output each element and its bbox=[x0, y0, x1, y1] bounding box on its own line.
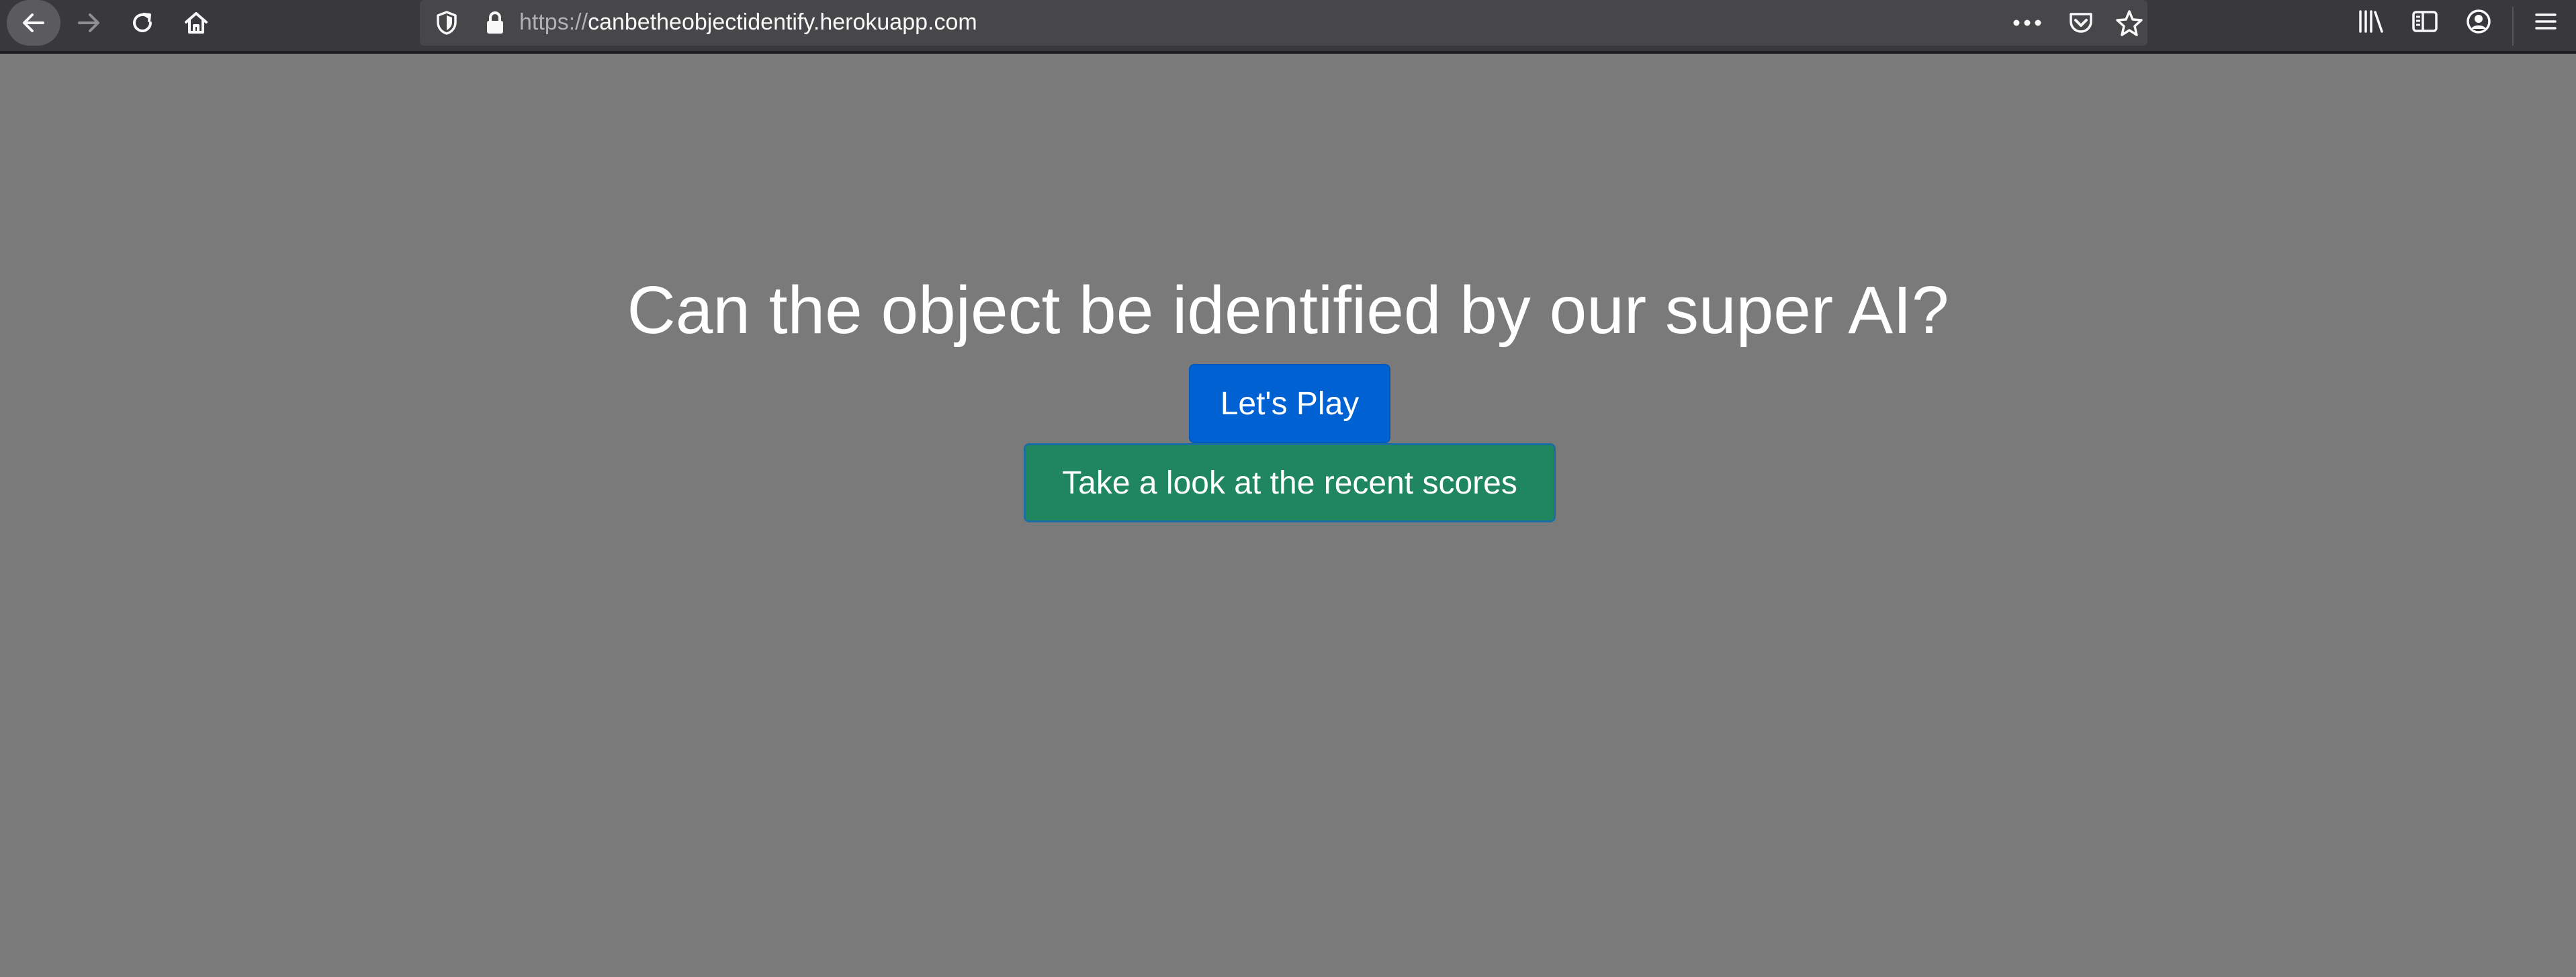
back-arrow-icon bbox=[19, 8, 48, 38]
sidebar-icon bbox=[2411, 9, 2439, 38]
menu-button[interactable] bbox=[2522, 0, 2569, 46]
library-icon bbox=[2357, 8, 2385, 38]
url-host: canbetheobjectidentify.herokuapp.com bbox=[588, 9, 977, 35]
reload-button[interactable] bbox=[116, 0, 169, 46]
page-content: Can the object be identified by our supe… bbox=[0, 54, 2576, 977]
toolbar-separator bbox=[2512, 7, 2514, 46]
library-button[interactable] bbox=[2348, 0, 2395, 46]
account-button[interactable] bbox=[2455, 0, 2502, 46]
more-dots-icon[interactable] bbox=[2004, 0, 2051, 46]
lock-icon[interactable] bbox=[475, 0, 515, 46]
sidebar-button[interactable] bbox=[2401, 0, 2448, 46]
browser-toolbar: https://canbetheobjectidentify.herokuapp… bbox=[0, 0, 2576, 54]
shield-icon[interactable] bbox=[427, 0, 467, 46]
back-button[interactable] bbox=[7, 0, 60, 46]
pocket-icon[interactable] bbox=[2057, 0, 2104, 46]
home-icon bbox=[181, 8, 211, 38]
home-button[interactable] bbox=[169, 0, 223, 46]
address-bar[interactable]: https://canbetheobjectidentify.herokuapp… bbox=[420, 0, 2147, 46]
url-scheme: https:// bbox=[519, 9, 588, 35]
account-icon bbox=[2465, 8, 2492, 38]
forward-button[interactable] bbox=[62, 0, 116, 46]
page-title: Can the object be identified by our supe… bbox=[627, 273, 1949, 348]
hamburger-menu-icon bbox=[2534, 11, 2558, 36]
reload-icon bbox=[128, 8, 157, 38]
lets-play-button[interactable]: Let's Play bbox=[1189, 364, 1390, 443]
star-icon[interactable] bbox=[2106, 0, 2153, 46]
url-text[interactable]: https://canbetheobjectidentify.herokuapp… bbox=[519, 0, 977, 46]
recent-scores-button[interactable]: Take a look at the recent scores bbox=[1024, 443, 1556, 522]
forward-arrow-icon bbox=[74, 8, 103, 38]
